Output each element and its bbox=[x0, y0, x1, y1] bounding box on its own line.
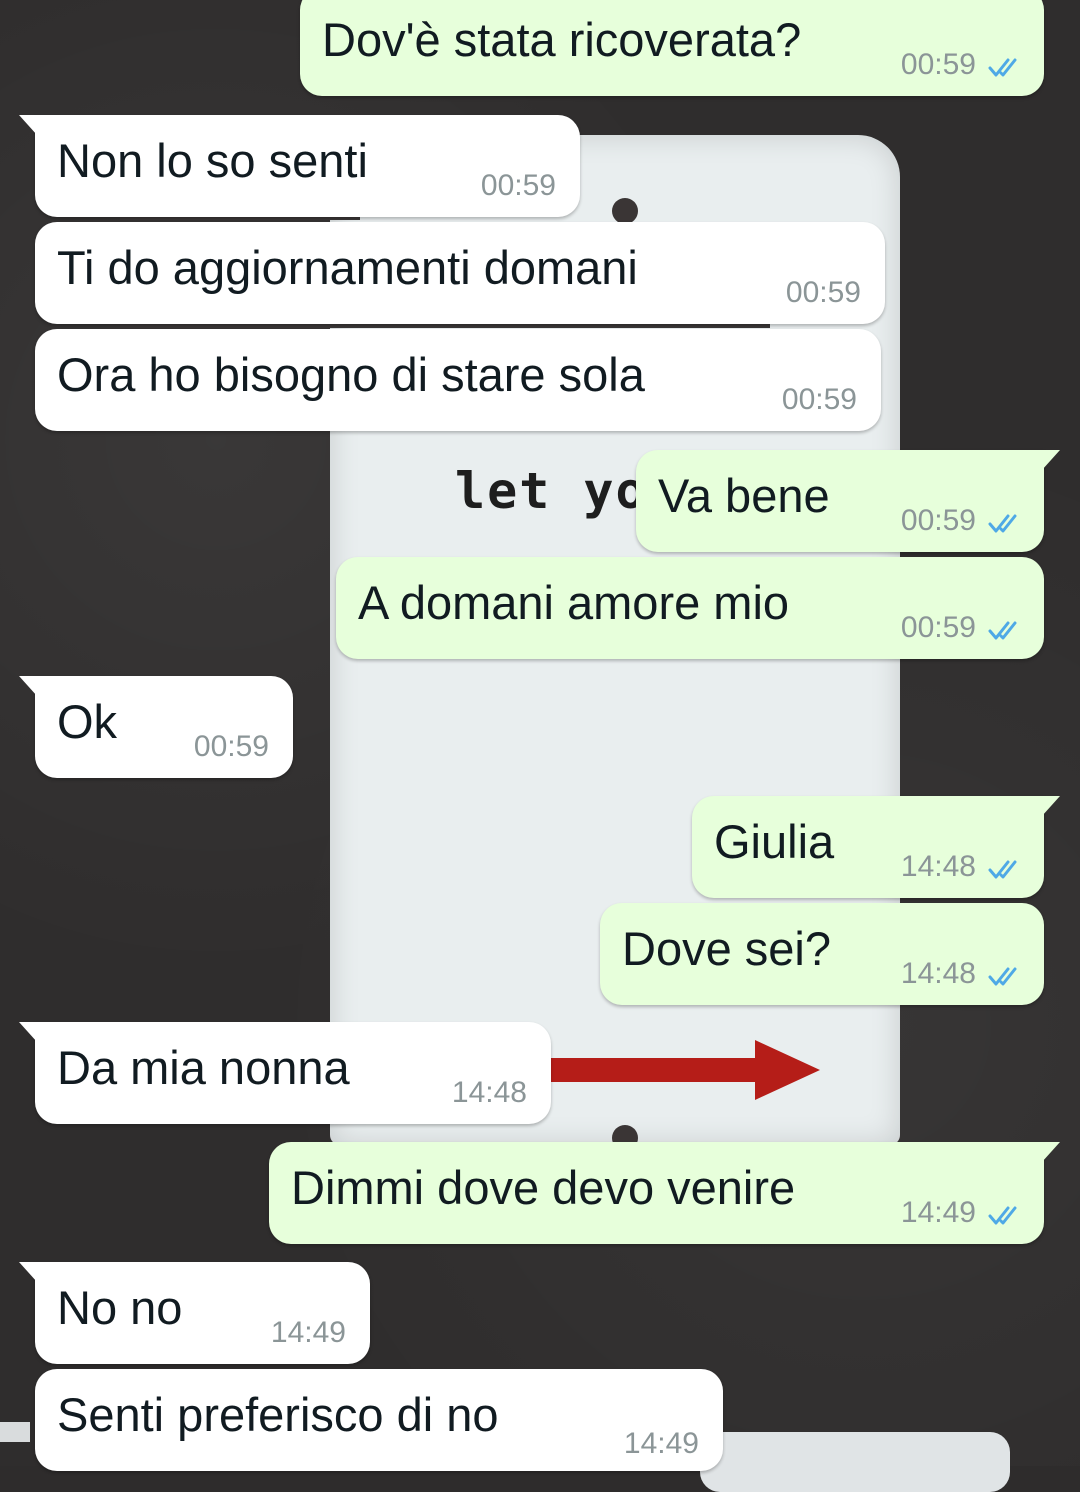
message-text: Ti do aggiornamenti domani bbox=[57, 241, 638, 294]
message-time: 14:48 bbox=[900, 957, 976, 990]
message-time: 00:59 bbox=[781, 383, 857, 416]
message-text: Ok bbox=[57, 695, 118, 748]
message-text: Giulia bbox=[714, 815, 835, 868]
message-text: A domani amore mio bbox=[358, 576, 790, 629]
message-time: 14:48 bbox=[900, 850, 976, 883]
message-text: Dov'è stata ricoverata? bbox=[322, 13, 802, 66]
message-time: 14:48 bbox=[451, 1076, 527, 1109]
double-check-icon bbox=[988, 1206, 1017, 1225]
double-check-icon bbox=[988, 860, 1017, 879]
message-time: 14:49 bbox=[900, 1196, 976, 1229]
message-bubble-received[interactable]: Da mia nonna 14:48 bbox=[19, 1022, 551, 1124]
message-bubble-received[interactable]: No no 14:49 bbox=[19, 1262, 370, 1364]
message-time: 00:59 bbox=[900, 611, 976, 644]
message-bubble-sent[interactable]: Dimmi dove devo venire 14:49 bbox=[269, 1142, 1060, 1244]
message-time: 00:59 bbox=[785, 276, 861, 309]
message-bubble-sent[interactable]: Dov'è stata ricoverata? 00:59 bbox=[300, 0, 1044, 96]
message-bubble-sent[interactable]: Dove sei? 14:48 bbox=[600, 903, 1044, 1005]
double-check-icon bbox=[988, 514, 1017, 533]
wallpaper-stripe bbox=[0, 1422, 30, 1442]
message-time: 14:49 bbox=[623, 1427, 699, 1460]
message-text: Da mia nonna bbox=[57, 1041, 350, 1094]
double-check-icon bbox=[988, 967, 1017, 986]
message-text: Dimmi dove devo venire bbox=[291, 1161, 796, 1214]
wallpaper-arrow-head bbox=[755, 1040, 820, 1100]
wallpaper-plate bbox=[700, 1432, 1010, 1492]
message-bubble-received[interactable]: Non lo so senti 00:59 bbox=[19, 115, 580, 217]
message-text: No no bbox=[57, 1281, 183, 1334]
message-text: Ora ho bisogno di stare sola bbox=[57, 348, 645, 401]
double-check-icon bbox=[988, 621, 1017, 640]
message-text: Dove sei? bbox=[622, 922, 831, 975]
message-text: Va bene bbox=[658, 469, 830, 522]
message-bubble-received[interactable]: Ora ho bisogno di stare sola 00:59 bbox=[35, 329, 881, 431]
message-time: 00:59 bbox=[900, 48, 976, 81]
message-time: 00:59 bbox=[900, 504, 976, 537]
wallpaper-sign-text: let yo bbox=[455, 462, 648, 520]
message-time: 14:49 bbox=[270, 1316, 346, 1349]
wallpaper-sign-screw bbox=[612, 198, 638, 224]
wallpaper-arrow bbox=[550, 1058, 770, 1082]
message-text: Non lo so senti bbox=[57, 134, 368, 187]
message-text: Senti preferisco di no bbox=[57, 1388, 499, 1441]
double-check-icon bbox=[988, 58, 1017, 77]
message-time: 00:59 bbox=[193, 730, 269, 763]
message-bubble-received[interactable]: Ti do aggiornamenti domani 00:59 bbox=[35, 222, 885, 324]
message-time: 00:59 bbox=[480, 169, 556, 202]
message-bubble-sent[interactable]: Giulia 14:48 bbox=[692, 796, 1060, 898]
message-bubble-sent[interactable]: A domani amore mio 00:59 bbox=[336, 557, 1044, 659]
message-bubble-received[interactable]: Ok 00:59 bbox=[19, 676, 293, 778]
message-bubble-received[interactable]: Senti preferisco di no 14:49 bbox=[35, 1369, 723, 1471]
message-bubble-sent[interactable]: Va bene 00:59 bbox=[636, 450, 1060, 552]
